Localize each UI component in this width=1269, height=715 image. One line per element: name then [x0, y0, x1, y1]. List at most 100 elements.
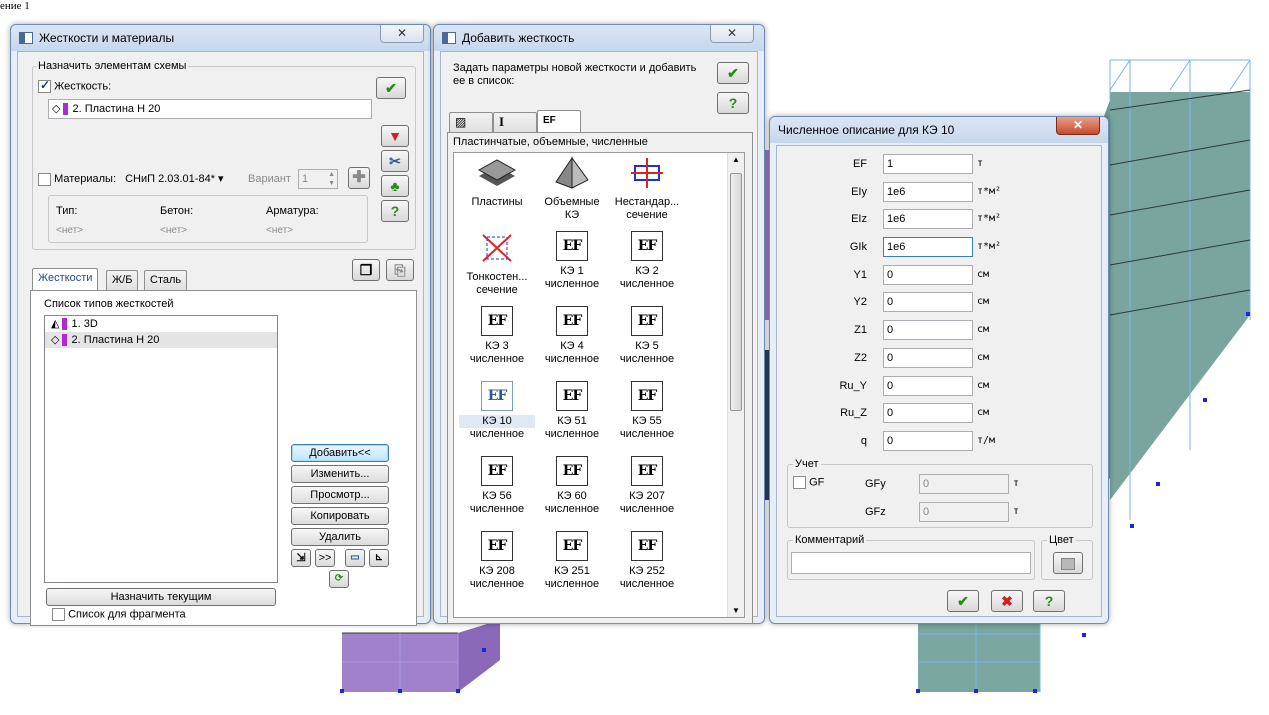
- assign-current-button[interactable]: Назначить текущим: [46, 588, 276, 606]
- param-input-z2[interactable]: 0: [883, 348, 973, 368]
- comment-input[interactable]: [791, 552, 1031, 574]
- fragment-checkbox[interactable]: [52, 608, 65, 621]
- gf-check-row[interactable]: GF: [793, 476, 824, 489]
- list-item[interactable]: ◇ 2. Пластина H 20: [45, 332, 277, 348]
- param-input-q[interactable]: 0: [883, 431, 973, 451]
- list-item[interactable]: ◭ 1. 3D: [45, 316, 277, 332]
- tile-ke3[interactable]: EF КЭ 3 численное: [459, 306, 535, 366]
- materials-code: СНиП 2.03.01-84*: [125, 173, 215, 185]
- title-bar[interactable]: Жесткости и материалы ✕: [11, 25, 430, 51]
- param-input-eiz[interactable]: 1e6: [883, 209, 973, 229]
- title-bar[interactable]: Добавить жесткость ✕: [434, 25, 764, 51]
- ef-icon: EF: [481, 456, 513, 486]
- delete-button[interactable]: Удалить: [291, 528, 389, 546]
- window-title: Добавить жесткость: [462, 31, 575, 45]
- stiffness-list[interactable]: ◭ 1. 3D ◇ 2. Пластина H 20: [44, 315, 278, 583]
- tile-ke51[interactable]: EF КЭ 51 численное: [534, 381, 610, 441]
- help-button[interactable]: ?: [381, 200, 409, 222]
- tile-ke1[interactable]: EF КЭ 1 численное: [534, 231, 610, 291]
- align-icon[interactable]: ▭: [345, 549, 365, 567]
- tile-ke55[interactable]: EF КЭ 55 численное: [609, 381, 685, 441]
- ef-icon: EF: [556, 456, 588, 486]
- tab-hatch[interactable]: ▨: [449, 112, 493, 132]
- variant-spinner[interactable]: 1 ▲ ▼: [298, 169, 338, 189]
- param-input-ef[interactable]: 1: [883, 154, 973, 174]
- add-description: Задать параметры новой жесткости и добав…: [453, 62, 697, 87]
- copy-button[interactable]: Копировать: [291, 507, 389, 525]
- materials-checkbox[interactable]: [38, 172, 51, 186]
- tile-ke5[interactable]: EF КЭ 5 численное: [609, 306, 685, 366]
- refresh-icon[interactable]: ⟳: [329, 570, 349, 588]
- gfy-input[interactable]: 0: [919, 474, 1009, 494]
- scrollbar-thumb[interactable]: [730, 173, 742, 411]
- filter-icon[interactable]: ▼: [381, 125, 409, 147]
- gfz-input[interactable]: 0: [919, 502, 1009, 522]
- scissors-icon[interactable]: ✂: [381, 150, 409, 172]
- param-input-y1[interactable]: 0: [883, 265, 973, 285]
- tile-ke207[interactable]: EF КЭ 207 численное: [609, 456, 685, 516]
- tile-ke10[interactable]: EF КЭ 10 численное: [459, 381, 535, 441]
- plate-icon: ◇: [51, 334, 60, 346]
- window-client: Назначить элементам схемы Жесткость: ◇ 2.…: [17, 51, 424, 626]
- param-unit-ru-y: см: [977, 380, 990, 391]
- tile-ke252[interactable]: EF КЭ 252 численное: [609, 531, 685, 591]
- tile-solid-elements[interactable]: Объемные КЭ: [534, 156, 610, 222]
- plus-icon[interactable]: ✚: [348, 167, 370, 189]
- close-button[interactable]: ✕: [380, 25, 424, 43]
- param-input-z1[interactable]: 0: [883, 320, 973, 340]
- tile-label: Нестандар...: [614, 196, 680, 208]
- tile-plates[interactable]: Пластины: [459, 156, 535, 209]
- tab-reinforced-concrete[interactable]: Ж/Б: [106, 270, 139, 290]
- tile-ke56[interactable]: EF КЭ 56 численное: [459, 456, 535, 516]
- scroll-down-icon[interactable]: ▼: [732, 606, 740, 615]
- forward-button[interactable]: >>: [315, 549, 335, 567]
- tile-ke208[interactable]: EF КЭ 208 численное: [459, 531, 535, 591]
- stiffness-checkbox[interactable]: [38, 78, 51, 93]
- ok-button[interactable]: ✔: [947, 590, 979, 612]
- tile-grid: Пластины Объемные КЭ Нестандар... сечени…: [453, 152, 745, 618]
- tile-nonstandard-section[interactable]: Нестандар... сечение: [609, 156, 685, 222]
- hatch-icon: ▨: [455, 115, 467, 129]
- stiffness-check-row[interactable]: Жесткость:: [38, 78, 111, 93]
- param-label-ef: EF: [852, 158, 867, 170]
- materials-code-dropdown[interactable]: СНиП 2.03.01-84* ▾: [125, 173, 223, 185]
- add-button[interactable]: Добавить<<: [291, 444, 389, 462]
- help-button[interactable]: ?: [717, 92, 749, 114]
- paste-icon[interactable]: ⎘: [386, 259, 414, 281]
- copy-icon[interactable]: ❐: [352, 259, 380, 281]
- edit-button[interactable]: Изменить...: [291, 465, 389, 483]
- title-bar[interactable]: Численное описание для КЭ 10 ✕: [770, 117, 1108, 143]
- tile-ke2[interactable]: EF КЭ 2 численное: [609, 231, 685, 291]
- tile-thin-walled-section[interactable]: Тонкостен... сечение: [459, 231, 535, 297]
- tile-ke60[interactable]: EF КЭ 60 численное: [534, 456, 610, 516]
- scroll-up-icon[interactable]: ▲: [732, 155, 740, 164]
- chart-icon[interactable]: ⊾: [369, 549, 389, 567]
- close-button[interactable]: ✕: [710, 25, 754, 43]
- color-picker-button[interactable]: [1053, 552, 1083, 574]
- tab-profile[interactable]: I: [493, 112, 537, 132]
- select-arrow-icon[interactable]: ⇲: [291, 549, 311, 567]
- materials-check-row[interactable]: Материалы: СНиП 2.03.01-84* ▾: [38, 172, 224, 186]
- tab-steel[interactable]: Сталь: [144, 270, 188, 290]
- view-button[interactable]: Просмотр...: [291, 486, 389, 504]
- param-input-ru-y[interactable]: 0: [883, 376, 973, 396]
- plate-icon: ◇: [52, 103, 61, 115]
- tab-numeric[interactable]: EF: [537, 110, 581, 132]
- param-input-ru-z[interactable]: 0: [883, 403, 973, 423]
- brush-icon[interactable]: ♣: [381, 175, 409, 197]
- cancel-button[interactable]: ✖: [991, 590, 1023, 612]
- close-button[interactable]: ✕: [1056, 117, 1100, 135]
- param-input-gik[interactable]: 1e6: [883, 237, 973, 257]
- param-input-y2[interactable]: 0: [883, 292, 973, 312]
- param-input-eiy[interactable]: 1e6: [883, 182, 973, 202]
- gf-checkbox[interactable]: [793, 476, 806, 489]
- tile-ke251[interactable]: EF КЭ 251 численное: [534, 531, 610, 591]
- vertical-scrollbar[interactable]: ▲ ▼: [727, 153, 744, 617]
- fragment-check-row[interactable]: Список для фрагмента: [52, 608, 186, 621]
- tab-stiffness[interactable]: Жесткости: [32, 268, 99, 290]
- param-unit-gik: т*м²: [977, 241, 1002, 252]
- apply-check-button[interactable]: ✔: [376, 77, 406, 99]
- tile-ke4[interactable]: EF КЭ 4 численное: [534, 306, 610, 366]
- help-button[interactable]: ?: [1033, 590, 1065, 612]
- apply-check-button[interactable]: ✔: [717, 62, 749, 84]
